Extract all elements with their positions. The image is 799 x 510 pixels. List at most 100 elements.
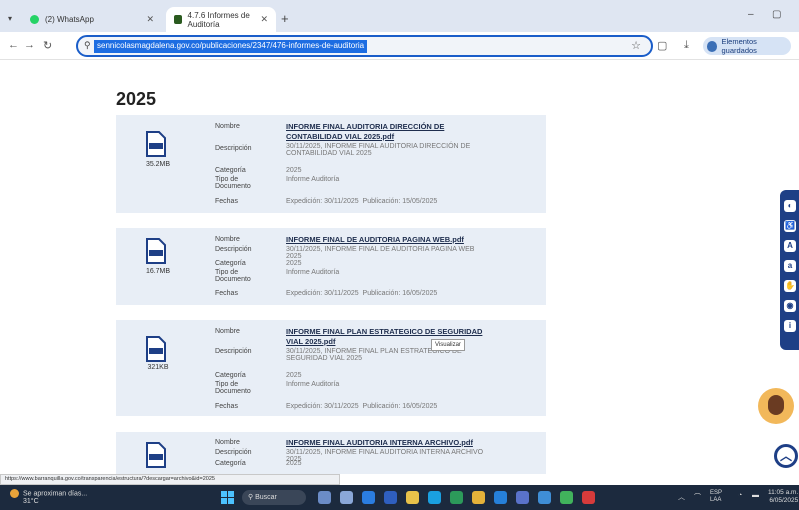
file-explorer-icon[interactable] — [406, 491, 419, 504]
clock[interactable]: 11:05 a.m. 6/05/2025 — [768, 489, 798, 505]
star-icon[interactable]: ☆ — [631, 39, 641, 52]
forward-icon[interactable]: → — [24, 39, 35, 51]
wifi-icon[interactable]: ◔ — [738, 492, 742, 499]
new-tab-button[interactable]: + — [281, 11, 289, 26]
info-icon[interactable]: i — [784, 320, 796, 332]
network-icon[interactable]: ⌒ — [694, 492, 701, 502]
whatsapp-icon — [30, 15, 39, 24]
outlook-icon[interactable] — [538, 491, 551, 504]
close-tab-icon[interactable]: ✕ — [260, 14, 268, 25]
url-text[interactable]: sennicolasmagdalena.gov.co/publicaciones… — [94, 40, 368, 53]
document-type: Informe Auditoría — [286, 176, 340, 183]
scroll-up-icon[interactable]: ︿ — [774, 444, 798, 468]
label-nombre: Nombre — [215, 236, 240, 243]
accessibility-toolbar: ◐ ♿ A a ✋ ◉ i — [780, 190, 799, 350]
label-nombre: Nombre — [215, 123, 240, 130]
file-size: 35.2MB — [145, 161, 171, 168]
document-name-link[interactable]: INFORME FINAL DE AUDITORIA PAGINA WEB.pd… — [286, 235, 486, 245]
label-nombre: Nombre — [215, 328, 240, 335]
pdf-file-icon[interactable] — [145, 238, 167, 264]
word-icon[interactable] — [384, 491, 397, 504]
tab-whatsapp[interactable]: (2) WhatsApp ✕ — [22, 7, 162, 32]
label-fechas: Fechas — [215, 403, 238, 410]
maximize-button[interactable]: ▢ — [772, 9, 781, 20]
document-name-link[interactable]: INFORME FINAL AUDITORIA INTERNA ARCHIVO.… — [286, 438, 486, 448]
document-description: 30/11/2025, INFORME FINAL AUDITORIA DIRE… — [286, 143, 471, 157]
taskbar: Se aproximan días... 31°C ⚲ Buscar ︿ ⌒ E… — [0, 485, 799, 510]
label-descripcion: Descripción — [215, 145, 252, 152]
contrast-icon[interactable]: ◐ — [784, 200, 796, 212]
tray-chevron-icon[interactable]: ︿ — [678, 492, 685, 502]
download-icon[interactable]: ⤓ — [684, 39, 689, 52]
language-indicator[interactable]: ESP LAA — [710, 490, 734, 504]
document-type: Informe Auditoría — [286, 381, 340, 388]
document-name-link[interactable]: INFORME FINAL AUDITORIA DIRECCIÓN DE CON… — [286, 122, 486, 142]
tab-strip: ▾ (2) WhatsApp ✕ 4.7.6 Informes de Audit… — [0, 0, 799, 32]
extensions-icon[interactable]: ▢ — [657, 39, 667, 52]
battery-icon[interactable]: ▬ — [752, 492, 759, 499]
label-categoria: Categoría — [215, 460, 246, 467]
tab-search-icon[interactable]: ▾ — [8, 14, 12, 23]
document-card: 321KB Nombre INFORME FINAL PLAN ESTRATEG… — [116, 320, 546, 416]
document-dates: Expedición: 30/11/2025 Publicación: 15/0… — [286, 198, 438, 205]
pdf-file-icon[interactable] — [145, 131, 167, 157]
excel-icon[interactable] — [450, 491, 463, 504]
document-card: 35.2MB Nombre INFORME FINAL AUDITORIA DI… — [116, 115, 546, 213]
sign-language-icon[interactable]: ✋ — [784, 280, 796, 292]
windows-start-icon[interactable] — [221, 491, 234, 504]
label-categoria: Categoría — [215, 260, 246, 267]
weather-widget[interactable]: Se aproximan días... 31°C — [10, 489, 87, 506]
label-fechas: Fechas — [215, 198, 238, 205]
browser-toolbar: ← → ↻ ⚲ sennicolasmagdalena.gov.co/publi… — [0, 32, 799, 60]
close-tab-icon[interactable]: ✕ — [146, 14, 154, 25]
profile-button[interactable]: Elementos guardados — [703, 37, 791, 55]
reload-icon[interactable]: ↻ — [43, 39, 52, 52]
assistant-avatar-icon[interactable] — [758, 388, 794, 424]
teams-icon[interactable] — [516, 491, 529, 504]
label-nombre: Nombre — [215, 439, 240, 446]
back-icon[interactable]: ← — [8, 39, 19, 51]
tab-informes-auditoria[interactable]: 4.7.6 Informes de Auditoría ✕ — [166, 7, 276, 32]
task-view-icon[interactable] — [318, 491, 331, 504]
document-category: 2025 — [286, 372, 302, 379]
accessibility-icon[interactable]: ♿ — [784, 220, 796, 232]
pdf-file-icon[interactable] — [145, 442, 167, 468]
pdf-file-icon[interactable] — [145, 336, 167, 362]
edge-icon[interactable] — [362, 491, 375, 504]
document-category: 2025 — [286, 167, 302, 174]
document-type: Informe Auditoría — [286, 269, 340, 276]
label-tipo-documento: Tipo de Documento — [215, 381, 251, 395]
site-favicon-icon — [174, 15, 182, 24]
tab-title: 4.7.6 Informes de Auditoría — [187, 10, 250, 29]
minimize-button[interactable]: – — [748, 9, 754, 20]
label-categoria: Categoría — [215, 372, 246, 379]
avatar — [707, 40, 718, 52]
search-input[interactable]: ⚲ Buscar — [242, 490, 306, 505]
app-icon[interactable] — [428, 491, 441, 504]
whatsapp-icon[interactable] — [560, 491, 573, 504]
label-descripcion: Descripción — [215, 246, 252, 253]
document-category: 2025 — [286, 260, 302, 267]
profile-label: Elementos guardados — [721, 37, 757, 55]
year-heading: 2025 — [116, 89, 157, 109]
chrome-icon[interactable] — [472, 491, 485, 504]
reader-icon[interactable]: ◉ — [784, 300, 796, 312]
document-card: Nombre INFORME FINAL AUDITORIA INTERNA A… — [116, 432, 546, 474]
file-size: 321KB — [147, 364, 169, 371]
address-bar[interactable]: ⚲ sennicolasmagdalena.gov.co/publicacion… — [76, 35, 653, 57]
font-increase-icon[interactable]: A — [784, 240, 796, 252]
file-size: 16.7MB — [145, 268, 171, 275]
font-decrease-icon[interactable]: a — [784, 260, 796, 272]
tooltip: Visualizar — [431, 339, 465, 351]
document-category: 2025 — [286, 460, 302, 467]
weather-icon — [10, 489, 19, 498]
store-icon[interactable] — [494, 491, 507, 504]
label-tipo-documento: Tipo de Documento — [215, 176, 251, 190]
document-description: 30/11/2025, INFORME FINAL DE AUDITORIA P… — [286, 246, 475, 260]
label-tipo-documento: Tipo de Documento — [215, 269, 251, 283]
chat-icon[interactable] — [340, 491, 353, 504]
pdf-reader-icon[interactable] — [582, 491, 595, 504]
status-link: https://www.barranquilla.gov.co/transpar… — [0, 474, 340, 485]
site-info-icon[interactable]: ⚲ — [84, 40, 91, 51]
label-fechas: Fechas — [215, 290, 238, 297]
